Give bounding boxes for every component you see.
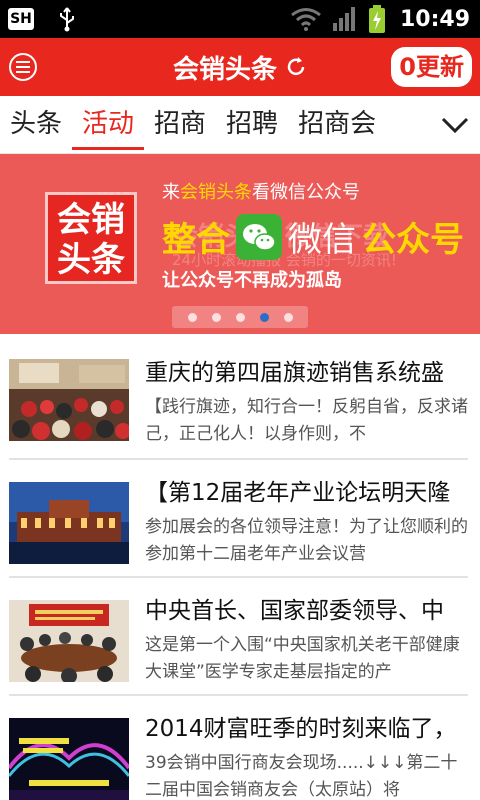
banner-line2: 整合 微信 公众号 [162, 212, 464, 261]
carousel-indicator [172, 306, 308, 328]
app-notification-icon: SH [8, 8, 34, 30]
carousel-dot-active[interactable] [259, 312, 269, 322]
banner-line1: 来会销头条看微信公众号 [162, 182, 360, 203]
banner-line3: 让公众号不再成为孤岛 [162, 270, 342, 291]
news-item[interactable]: 重庆的第四届旗迹销售系统盛 【践行旗迹，知行合一！反躬自省，反求诸己，正己化人！… [9, 356, 468, 460]
news-summary: 【践行旗迹，知行合一！反躬自省，反求诸己，正己化人！以身作则，不 [145, 397, 468, 444]
refresh-icon[interactable] [285, 56, 307, 78]
status-bar: SH 10:49 [0, 0, 480, 38]
news-summary: 参加展会的各位领导注意！为了让您顺利的参加第十二届老年产业会议营 [145, 517, 468, 564]
news-item[interactable]: 中央首长、国家部委领导、中 这是第一个入围“中央国家机关老干部健康大课堂”医学专… [9, 578, 468, 696]
news-summary: 这是第一个入围“中央国家机关老干部健康大课堂”医学专家走基层指定的产 [145, 635, 460, 682]
tab-headlines[interactable]: 头条 [0, 96, 72, 154]
usb-icon [60, 7, 74, 32]
news-thumbnail [9, 600, 129, 682]
signal-icon [332, 7, 355, 31]
news-title: 中央首长、国家部委领导、中 [145, 598, 444, 624]
news-summary: 39会销中国行商友会现场.....↓↓↓第二十二届中国会销商友会（太原站）将 [145, 753, 458, 800]
tab-events[interactable]: 活动 [72, 96, 145, 154]
wifi-icon [291, 8, 321, 31]
news-list: 重庆的第四届旗迹销售系统盛 【践行旗迹，知行合一！反躬自省，反求诸己，正己化人！… [0, 356, 480, 800]
news-thumbnail [9, 718, 129, 800]
news-title: 【第12届老年产业论坛明天隆 [145, 480, 451, 506]
news-thumbnail [9, 482, 129, 564]
wechat-icon [236, 213, 282, 260]
app-header: 会销头条 0更新 [0, 38, 480, 96]
carousel-dot[interactable] [283, 312, 293, 322]
carousel-dot[interactable] [235, 312, 245, 322]
news-item[interactable]: 2014财富旺季的时刻来临了， 39会销中国行商友会现场.....↓↓↓第二十二… [9, 696, 468, 800]
app-title: 会销头条 [172, 54, 277, 85]
banner-logo: 会销 头条 [45, 192, 137, 284]
tab-recruitment[interactable]: 招聘 [216, 96, 288, 154]
tab-investment-fair[interactable]: 招商会 [288, 96, 386, 154]
news-title: 重庆的第四届旗迹销售系统盛 [145, 360, 444, 386]
carousel-dot[interactable] [211, 312, 221, 322]
battery-charging-icon [368, 5, 385, 33]
tab-investment[interactable]: 招商 [144, 96, 216, 154]
promo-banner[interactable]: 会销 头条 会销头条 微信下载 24小时滚动播报 会销的一切资讯! 来会销头条看… [0, 154, 480, 334]
carousel-dot[interactable] [187, 312, 197, 322]
chevron-down-icon[interactable] [440, 110, 470, 140]
category-tabs: 头条 活动 招商 招聘 招商会 [0, 96, 480, 154]
update-button[interactable]: 0更新 [391, 47, 472, 87]
news-title: 2014财富旺季的时刻来临了， [145, 716, 457, 742]
news-thumbnail [9, 359, 129, 441]
clock: 10:49 [399, 6, 470, 32]
news-item[interactable]: 【第12届老年产业论坛明天隆 参加展会的各位领导注意！为了让您顺利的参加第十二届… [9, 460, 468, 578]
